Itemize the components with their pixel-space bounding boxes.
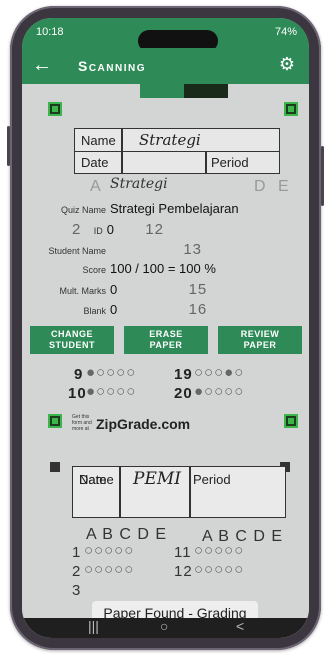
blank-label: Blank xyxy=(83,306,106,316)
row-number: 16 xyxy=(188,301,208,318)
row-number: 2 xyxy=(72,563,82,580)
id-label: ID xyxy=(93,226,103,236)
id-value: 0 xyxy=(106,222,114,237)
handwritten-name: PEMI xyxy=(133,469,181,489)
bubble-row: ○○○○○ xyxy=(84,542,135,559)
row-number: 10 xyxy=(68,385,87,402)
mult-value: 0 xyxy=(110,282,118,297)
bubble-row: ○○○○○ xyxy=(194,542,245,559)
volume-button xyxy=(7,126,10,166)
student-label: Student Name xyxy=(48,246,106,256)
bubble-row: ○○○●○ xyxy=(194,364,245,381)
scan-progress-bar xyxy=(140,84,228,98)
corner-marker xyxy=(284,414,298,428)
row-number: 11 xyxy=(174,544,192,561)
erase-paper-button[interactable]: ERASE PAPER xyxy=(124,326,208,354)
status-battery: 74% xyxy=(274,26,297,38)
quiz-label: Quiz Name xyxy=(60,205,106,215)
status-time: 10:18 xyxy=(36,26,64,38)
bubble-row: ○○○○○ xyxy=(194,561,245,578)
name-date-box-2: Name PEMI Date Period xyxy=(72,466,286,518)
change-student-button[interactable]: CHANGE STUDENT xyxy=(30,326,114,354)
review-paper-button[interactable]: REVIEW PAPER xyxy=(218,326,302,354)
row-number: 1 xyxy=(72,544,82,561)
mult-label: Mult. Marks xyxy=(59,286,106,296)
name-date-box: Name Strategi Date Period xyxy=(74,128,280,174)
row-number: 12 xyxy=(174,563,193,580)
row-number: 15 xyxy=(188,281,208,298)
page-title: Scanning xyxy=(78,58,147,74)
bubble-row: ●○○○○ xyxy=(194,383,245,400)
result-info: Quiz Name Strategi Pembelajaran 2 ID 0 12 … xyxy=(46,201,286,321)
period-label: Period xyxy=(211,155,249,170)
answer-letters: A xyxy=(90,178,105,195)
arrow-left-icon[interactable]: ← xyxy=(32,54,52,77)
bubble-row: ○○○○○ xyxy=(84,561,135,578)
navigation-bar: ||| ○ < xyxy=(22,618,309,638)
period-label: Period xyxy=(193,472,231,487)
gear-icon[interactable]: ⚙ xyxy=(279,54,295,75)
bubble-row: ●○○○○ xyxy=(86,364,137,381)
app-bar: ← Scanning ⚙ xyxy=(22,48,309,84)
row-number: 2 xyxy=(72,221,82,238)
answer-letters-right: D E xyxy=(254,178,293,195)
handwritten-name: Strategi xyxy=(139,131,201,149)
power-button xyxy=(321,146,324,206)
handwritten-strategi: Strategi xyxy=(110,176,168,192)
date-label: Date xyxy=(81,155,109,170)
corner-marker xyxy=(48,414,62,428)
bubble-row: ●○○○○ xyxy=(86,383,137,400)
phone-screen: 10:18 74% ← Scanning ⚙ Name Strategi Dat… xyxy=(22,18,309,638)
name-label: Name xyxy=(81,133,116,148)
row-number: 13 xyxy=(183,241,203,258)
recents-icon[interactable]: ||| xyxy=(88,618,99,634)
zipgrade-brand: ZipGrade.com xyxy=(96,416,191,432)
registration-mark xyxy=(50,462,60,472)
row-number: 3 xyxy=(72,582,82,599)
date-label: Date xyxy=(79,472,107,487)
back-nav-icon[interactable]: < xyxy=(236,618,244,634)
score-value: 100 / 100 = 100 % xyxy=(110,261,216,276)
corner-marker xyxy=(284,102,298,116)
quiz-value: Strategi Pembelajaran xyxy=(110,201,239,216)
row-number: 19 xyxy=(174,366,193,383)
score-label: Score xyxy=(82,265,106,275)
row-number: 20 xyxy=(174,385,193,402)
corner-marker xyxy=(48,102,62,116)
action-buttons: CHANGE STUDENT ERASE PAPER REVIEW PAPER xyxy=(30,326,302,356)
blank-value: 0 xyxy=(110,302,118,317)
row-number: 9 xyxy=(74,366,84,383)
home-icon[interactable]: ○ xyxy=(160,618,168,634)
zip-note: Get this form and more at xyxy=(72,414,92,432)
row-number: 12 xyxy=(145,221,164,238)
